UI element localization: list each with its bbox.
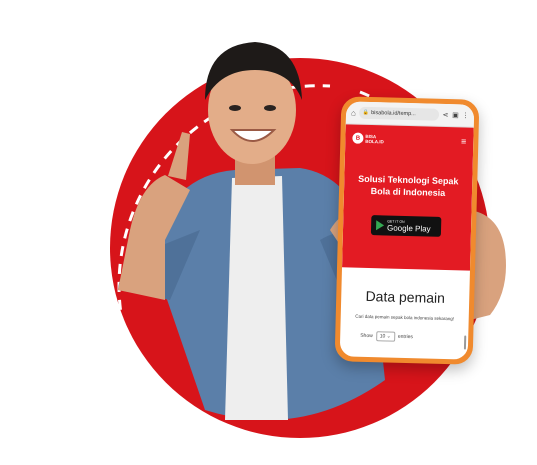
url-field[interactable]: 🔒 bisabola.id/temp... — [358, 106, 440, 121]
badge-big-text: Google Play — [386, 222, 431, 234]
scene: ⌂ 🔒 bisabola.id/temp... ⋖ ▣ ⋮ B BISA BOL… — [0, 0, 537, 465]
left-eye — [229, 105, 241, 111]
section-title: Data pemain — [365, 287, 446, 307]
site-logo[interactable]: B BISA BOLA.ID — [352, 132, 384, 145]
show-label: Show — [360, 332, 373, 340]
google-play-badge[interactable]: GET IT ON Google Play — [370, 215, 442, 237]
more-icon[interactable]: ⋮ — [462, 111, 469, 119]
logo-mark: B — [352, 132, 364, 144]
entries-control: Show 10 ⌄ entries — [346, 330, 462, 343]
data-section: Data pemain Cari data pemain sepak bola … — [340, 267, 470, 343]
url-text: bisabola.id/temp... — [371, 110, 416, 118]
share-icon[interactable]: ⋖ — [442, 111, 449, 119]
home-icon[interactable]: ⌂ — [351, 108, 356, 117]
lock-icon: 🔒 — [362, 109, 370, 116]
play-store-icon — [375, 220, 385, 231]
hero-section: B BISA BOLA.ID ≡ Solusi Teknologi Sepak … — [342, 124, 474, 271]
logo-text: BISA BOLA.ID — [365, 133, 384, 144]
undershirt — [225, 176, 288, 420]
scrollbar[interactable] — [463, 335, 467, 350]
phone-screen: ⌂ 🔒 bisabola.id/temp... ⋖ ▣ ⋮ B BISA BOL… — [339, 101, 475, 360]
tabs-icon[interactable]: ▣ — [452, 111, 459, 119]
hamburger-menu-icon[interactable]: ≡ — [461, 136, 467, 146]
hero-headline: Solusi Teknologi Sepak Bola di Indonesia — [358, 173, 459, 198]
right-eye — [264, 105, 276, 111]
entries-select[interactable]: 10 ⌄ — [375, 331, 396, 342]
section-subtitle: Cari data pemain sepak bola indonesia se… — [355, 313, 455, 322]
browser-address-bar: ⌂ 🔒 bisabola.id/temp... ⋖ ▣ ⋮ — [345, 101, 475, 128]
entries-label: entries — [397, 333, 413, 341]
smartphone: ⌂ 🔒 bisabola.id/temp... ⋖ ▣ ⋮ B BISA BOL… — [334, 96, 480, 365]
